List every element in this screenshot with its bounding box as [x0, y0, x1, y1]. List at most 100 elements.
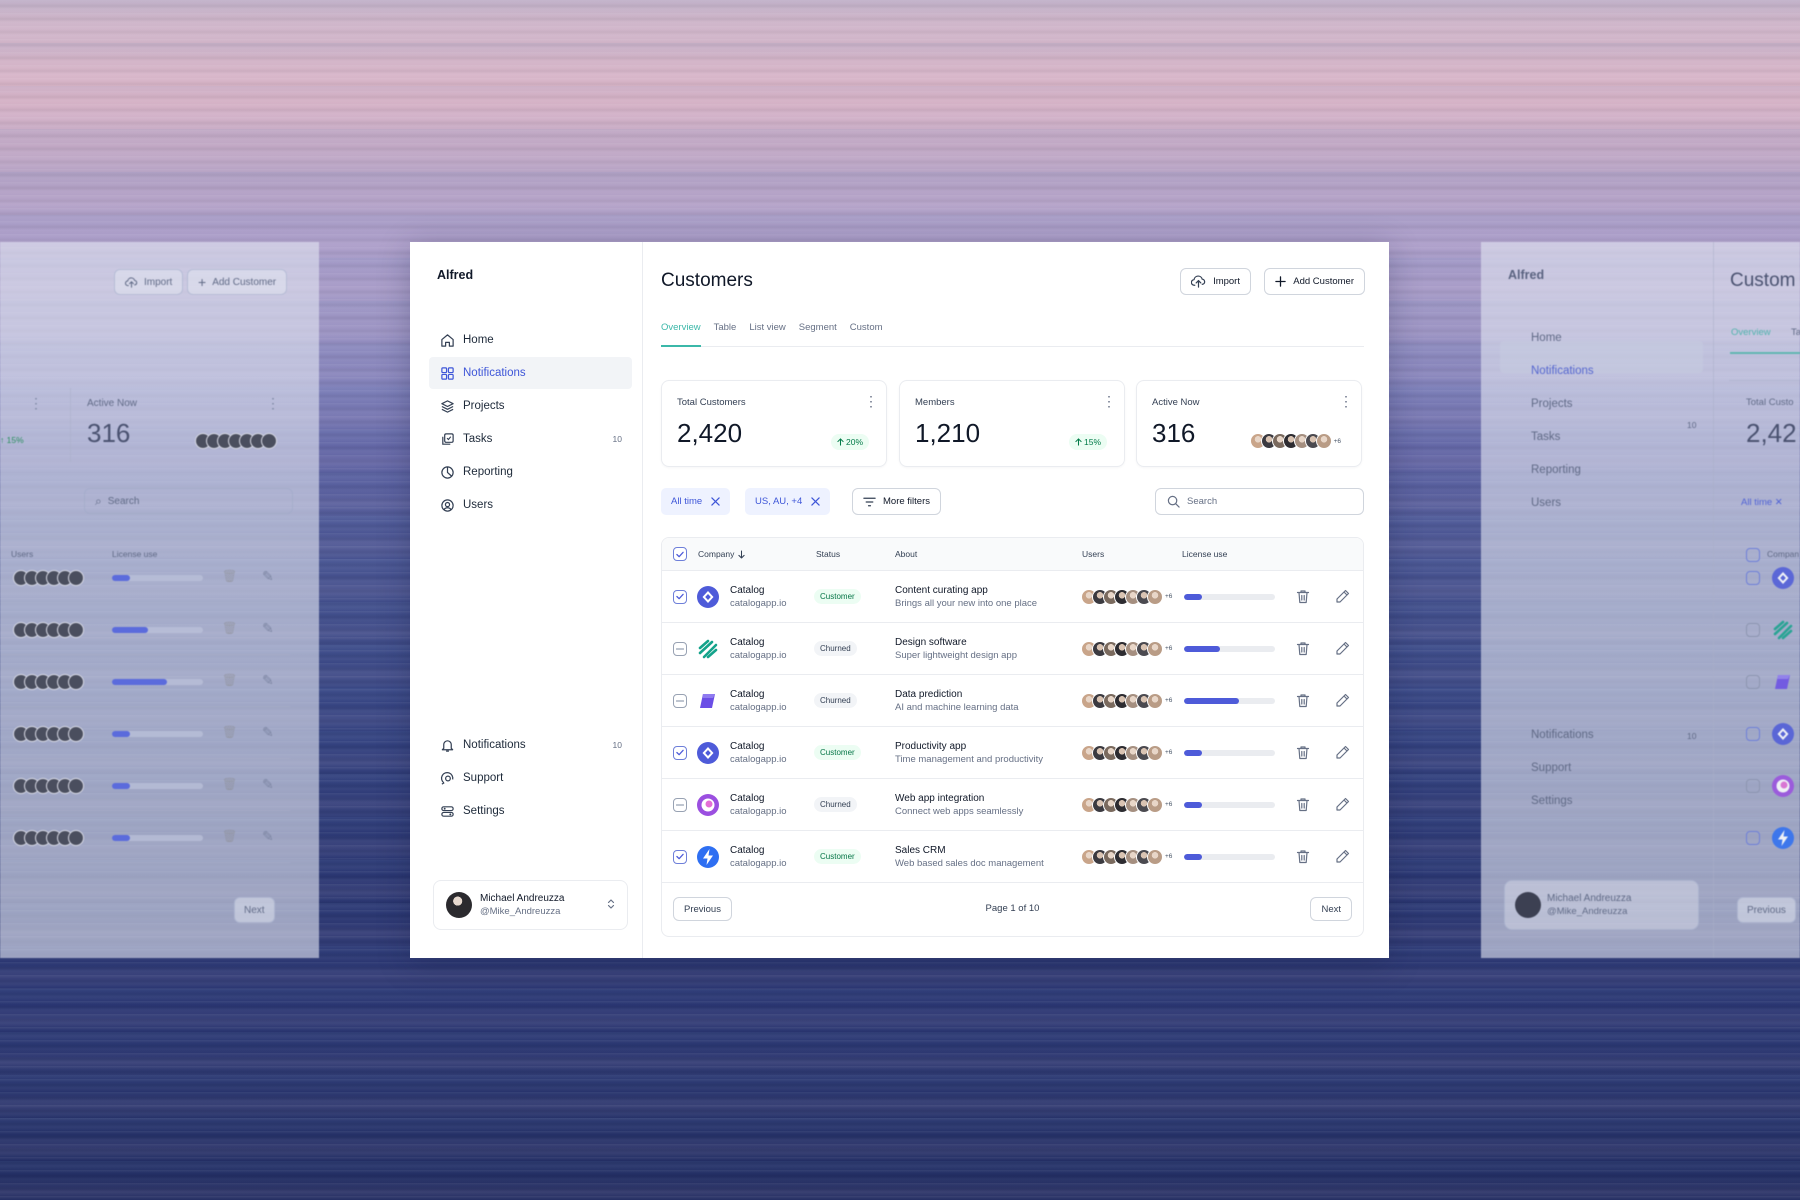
- search-input[interactable]: [1187, 496, 1347, 507]
- ghost-tab-overview: Overview: [1731, 327, 1771, 338]
- license-progress-bar: [1184, 854, 1275, 860]
- stat-card-active-now: Active Now ⋮ 316 +6: [1136, 380, 1362, 467]
- trash-icon[interactable]: [1293, 587, 1313, 607]
- status-badge: Customer: [814, 849, 861, 864]
- ghost-row-checkbox: [1746, 623, 1760, 637]
- pencil-icon[interactable]: [1332, 691, 1352, 711]
- ghost-pencil-icon: ✎: [262, 568, 274, 585]
- ring-company-logo-icon: [696, 741, 720, 765]
- more-vertical-icon[interactable]: ⋮: [1102, 397, 1112, 405]
- status-badge: Customer: [814, 589, 861, 604]
- table-row[interactable]: Catalogcatalogapp.ioCustomerSales CRMWeb…: [662, 831, 1363, 883]
- filter-chip-region[interactable]: US, AU, +4: [745, 488, 830, 515]
- more-filters-label: More filters: [883, 496, 930, 507]
- pencil-icon[interactable]: [1332, 743, 1352, 763]
- company-column-header[interactable]: Company: [698, 538, 745, 570]
- close-icon[interactable]: [811, 497, 820, 506]
- about-subtitle: Brings all your new into one place: [895, 598, 1037, 609]
- trash-icon[interactable]: [1293, 743, 1313, 763]
- tab-table[interactable]: Table: [714, 322, 737, 346]
- more-vertical-icon[interactable]: ⋮: [864, 397, 874, 405]
- ghost-license-header: License use: [112, 549, 157, 559]
- trash-icon[interactable]: [1293, 639, 1313, 659]
- add-customer-button[interactable]: Add Customer: [1264, 268, 1365, 295]
- pie-chart-icon: [439, 464, 455, 480]
- avatar: [446, 892, 472, 918]
- table-row[interactable]: Catalogcatalogapp.ioChurnedData predicti…: [662, 675, 1363, 727]
- sidebar-item-label: Projects: [463, 400, 622, 412]
- trash-icon[interactable]: [1293, 795, 1313, 815]
- more-filters-button[interactable]: More filters: [852, 488, 941, 515]
- table-row[interactable]: Catalogcatalogapp.ioChurnedWeb app integ…: [662, 779, 1363, 831]
- ghost-trash-icon: 🗑: [222, 673, 237, 687]
- user-circle-icon: [439, 497, 455, 513]
- pencil-icon[interactable]: [1332, 795, 1352, 815]
- row-checkbox[interactable]: [673, 798, 687, 812]
- avatar-group: +6: [1086, 745, 1172, 761]
- stat-value: 1,210: [915, 418, 980, 449]
- sidebar-item-users[interactable]: Users: [429, 489, 632, 521]
- upload-cloud-icon: [125, 277, 138, 288]
- sidebar-item-home[interactable]: Home: [429, 324, 632, 356]
- row-checkbox[interactable]: [673, 850, 687, 864]
- user-name: Michael Andreuzza: [480, 893, 599, 904]
- sidebar-item-notifications[interactable]: Notifications10: [429, 729, 632, 761]
- license-progress-bar: [1184, 802, 1275, 808]
- sidebar-item-label: Notifications: [463, 739, 613, 751]
- ghost-row-checkbox: [1746, 675, 1760, 689]
- table-row[interactable]: Catalogcatalogapp.ioCustomerContent cura…: [662, 571, 1363, 623]
- row-checkbox[interactable]: [673, 642, 687, 656]
- stat-card-members: Members ⋮ 1,210 15%: [899, 380, 1125, 467]
- select-all-checkbox[interactable]: [673, 547, 687, 561]
- sidebar-item-notifications[interactable]: Notifications: [429, 357, 632, 389]
- close-icon[interactable]: [711, 497, 720, 506]
- ghost-pencil-icon: ✎: [262, 828, 274, 845]
- sidebar-item-support[interactable]: Support: [429, 762, 632, 794]
- ghost-row-checkbox: [1746, 727, 1760, 741]
- filter-chip-time[interactable]: All time: [661, 488, 730, 515]
- next-button[interactable]: Next: [1310, 897, 1352, 921]
- ghost-card-label: Total Custo: [1746, 397, 1794, 408]
- ghost-trash-icon: 🗑: [222, 829, 237, 843]
- ghost-company-logo-icon: [1771, 566, 1795, 593]
- about-subtitle: Connect web apps seamlessly: [895, 806, 1023, 817]
- row-checkbox[interactable]: [673, 746, 687, 760]
- tab-custom[interactable]: Custom: [850, 322, 883, 346]
- trash-icon[interactable]: [1293, 691, 1313, 711]
- search-field[interactable]: [1155, 488, 1364, 515]
- ghost-license-bar: [112, 575, 203, 581]
- table-row[interactable]: Catalogcatalogapp.ioChurnedDesign softwa…: [662, 623, 1363, 675]
- user-card[interactable]: Michael Andreuzza @Mike_Andreuzza: [433, 880, 628, 930]
- trend-badge: 15%: [1069, 434, 1107, 450]
- tab-list-view[interactable]: List view: [749, 322, 785, 346]
- import-button[interactable]: Import: [1180, 268, 1251, 295]
- tab-segment[interactable]: Segment: [799, 322, 837, 346]
- swirl-company-logo-icon: [696, 793, 720, 817]
- sidebar-item-projects[interactable]: Projects: [429, 390, 632, 422]
- ghost-trash-icon: 🗑: [222, 725, 237, 739]
- stat-label: Members: [915, 397, 955, 408]
- row-checkbox[interactable]: [673, 590, 687, 604]
- table-row[interactable]: Catalogcatalogapp.ioCustomerProductivity…: [662, 727, 1363, 779]
- table-header: Company Status About Users License use: [662, 538, 1363, 571]
- row-checkbox[interactable]: [673, 694, 687, 708]
- company-domain: catalogapp.io: [730, 754, 787, 765]
- sidebar-item-tasks[interactable]: Tasks10: [429, 423, 632, 455]
- trash-icon[interactable]: [1293, 847, 1313, 867]
- pencil-icon[interactable]: [1332, 847, 1352, 867]
- sidebar-item-reporting[interactable]: Reporting: [429, 456, 632, 488]
- ghost-add-button: +Add Customer: [187, 269, 287, 295]
- ghost-trash-icon: 🗑: [222, 621, 237, 635]
- ghost-user-card: Michael Andreuzza@Mike_Andreuzza: [1504, 880, 1699, 930]
- bell-icon: [439, 737, 455, 753]
- pencil-icon[interactable]: [1332, 639, 1352, 659]
- tab-overview[interactable]: Overview: [661, 322, 701, 346]
- more-vertical-icon[interactable]: ⋮: [1339, 397, 1349, 405]
- ghost-license-bar: [112, 783, 203, 789]
- app-window: Alfred HomeNotificationsProjectsTasks10R…: [410, 242, 1389, 958]
- sidebar: Alfred HomeNotificationsProjectsTasks10R…: [410, 242, 643, 958]
- chevron-selector-icon[interactable]: [607, 898, 615, 913]
- pencil-icon[interactable]: [1332, 587, 1352, 607]
- ghost-company-logo-icon: [1771, 774, 1795, 801]
- sidebar-item-settings[interactable]: Settings: [429, 795, 632, 827]
